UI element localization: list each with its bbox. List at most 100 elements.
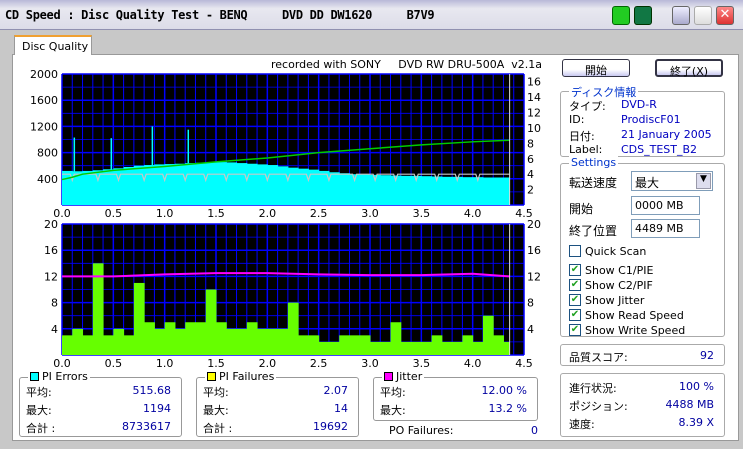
x-tick-label: 0.5 (105, 357, 123, 367)
copy-icon[interactable] (612, 6, 630, 25)
pif-bar (257, 328, 268, 355)
pif-bar (503, 341, 510, 355)
pie-bar (236, 163, 248, 205)
end-input[interactable]: 4489 MB (631, 219, 700, 238)
minimize-button[interactable] (672, 6, 690, 25)
disc-info-key: 日付: (569, 130, 595, 143)
speed-select[interactable]: 最大 ▼ (631, 171, 713, 191)
chevron-down-icon[interactable]: ▼ (696, 173, 711, 189)
x-tick-label: 0.0 (53, 357, 71, 367)
maximize-button[interactable] (694, 6, 712, 25)
pie-bar (287, 167, 299, 205)
pif-bar (472, 341, 484, 355)
legend-swatch (30, 372, 39, 381)
pif-bar (154, 328, 166, 355)
pif-bar (82, 335, 94, 355)
x-tick-label: 3.0 (361, 207, 379, 220)
checkbox[interactable]: ✔ (569, 279, 581, 291)
progress-key: 速度: (569, 418, 595, 431)
pif-bar (185, 322, 196, 355)
pif-caption: PI Failures (205, 370, 277, 383)
pie-bar (92, 170, 104, 205)
pie-caption: PI Errors (28, 370, 90, 383)
disc-info-value: CDS_TEST_B2 (621, 143, 698, 156)
pie-bar (216, 162, 227, 205)
pie-bar (400, 175, 412, 205)
pie-bar (421, 176, 433, 205)
pif-bar (493, 335, 504, 355)
legend-swatch (207, 372, 216, 381)
pif-bar (113, 328, 125, 355)
pif-bar (328, 341, 340, 355)
stat-key: 平均: (203, 386, 229, 399)
checkbox[interactable]: ✔ (569, 294, 581, 306)
x-tick-label: 2.5 (310, 357, 328, 367)
x-tick-label: 3.5 (413, 357, 431, 367)
pie-bar (380, 175, 392, 205)
checkbox-label: Show Read Speed (585, 309, 684, 322)
pi-failures-group: PI Failures 平均: 2.07 最大: 14 合計 : 19692 (196, 370, 359, 437)
stop-button[interactable]: 終了(X) (655, 59, 723, 78)
pie-bar (123, 167, 135, 205)
y-right-tick-label: 6 (527, 153, 534, 166)
checkbox[interactable]: ✔ (569, 264, 581, 276)
x-tick-label: 1.0 (156, 357, 174, 367)
y-tick-label: 16 (44, 244, 58, 257)
pi-errors-group: PI Errors 平均: 515.68 最大: 1194 合計 : 8733617 (19, 370, 182, 437)
pif-bar (205, 289, 217, 355)
checkbox[interactable] (569, 245, 581, 257)
pif-bar (236, 328, 248, 355)
y-right-tick-label: 12 (527, 107, 541, 120)
y-tick-label: 8 (51, 297, 58, 310)
x-tick-label: 2.0 (259, 207, 277, 220)
quality-score-group: 品質スコア: 92 (560, 344, 725, 366)
progress-value: 100 % (679, 380, 714, 393)
progress-value: 4488 MB (665, 398, 714, 411)
stat-value: 12.00 % (481, 384, 527, 397)
start-button[interactable]: 開始 (562, 59, 630, 77)
checkbox[interactable]: ✔ (569, 309, 581, 321)
progress-value: 8.39 X (678, 416, 714, 429)
jitter-group: Jitter 平均: 12.00 % 最大: 13.2 % (373, 370, 538, 421)
checkbox[interactable]: ✔ (569, 324, 581, 336)
pif-bar (62, 335, 73, 355)
disc-info-value: DVD-R (621, 98, 657, 111)
pif-bar (133, 282, 145, 355)
pie-bar (164, 164, 176, 205)
checkbox-label: Show Jitter (585, 294, 645, 307)
pif-bar (174, 328, 186, 355)
x-tick-label: 1.5 (207, 207, 225, 220)
y-tick-label: 20 (44, 218, 58, 231)
x-tick-label: 1.5 (207, 357, 225, 367)
end-label: 終了位置 (569, 224, 618, 238)
pif-bar (216, 322, 227, 355)
pif-bar (421, 341, 433, 355)
x-tick-label: 0.5 (105, 207, 123, 220)
pif-bar (400, 341, 412, 355)
x-tick-label: 2.0 (259, 357, 277, 367)
disc-quality-panel: recorded with SONY DVD RW DRU-500A v2.1a… (12, 54, 739, 441)
pif-bar (195, 322, 207, 355)
pif-bar (287, 302, 299, 355)
tab-disc-quality[interactable]: Disc Quality (14, 35, 92, 55)
y-right-tick-label: 4 (527, 168, 534, 181)
x-tick-label: 2.5 (310, 207, 328, 220)
start-input[interactable]: 0000 MB (631, 196, 700, 215)
y-tick-label: 12 (44, 270, 58, 283)
save-icon[interactable] (634, 6, 652, 25)
checkbox-label: Show Write Speed (585, 324, 686, 337)
stat-value: 2.07 (323, 384, 349, 397)
x-tick-label: 4.0 (464, 357, 482, 367)
y-right-tick-label: 4 (527, 323, 534, 336)
pie-bar (462, 177, 474, 205)
pif-bar (462, 335, 474, 355)
pie-bar (441, 176, 453, 205)
y-right-tick-label: 16 (527, 244, 541, 257)
close-button[interactable]: ✕ (716, 6, 734, 25)
pif-bar (103, 335, 114, 355)
pie-title: PI Errors (42, 370, 88, 383)
pif-bar (359, 335, 371, 355)
y-right-tick-label: 10 (527, 122, 541, 135)
pif-bar (277, 328, 289, 355)
legend-swatch (384, 372, 393, 381)
